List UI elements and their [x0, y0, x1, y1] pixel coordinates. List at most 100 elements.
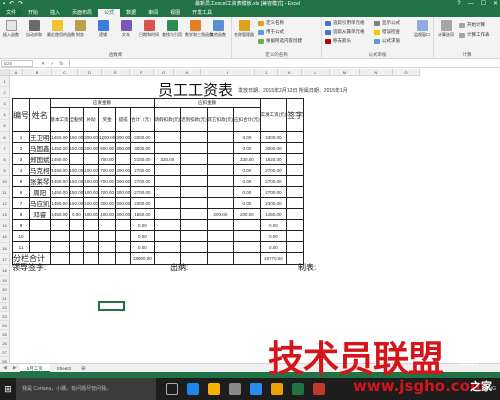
cell-name[interactable]: 王卫明 [29, 131, 51, 143]
cell-empty[interactable] [233, 252, 261, 265]
cell-value[interactable] [206, 175, 235, 187]
cell-value[interactable]: 0.00 [259, 230, 288, 242]
cell-value[interactable] [83, 153, 100, 165]
cell-value[interactable]: 3300.00 [130, 131, 155, 143]
row-header[interactable]: 17 [0, 254, 10, 265]
cell-value[interactable]: 150.00 [68, 142, 85, 154]
cell-value[interactable] [206, 241, 235, 253]
file-explorer-icon[interactable] [208, 383, 220, 395]
tab-page-layout[interactable]: 页面布局 [66, 9, 98, 17]
header-payable-col[interactable]: 提成 [115, 107, 132, 132]
cell-value[interactable] [49, 230, 70, 242]
show-formulas-button[interactable]: 显示公式 [374, 20, 400, 26]
undo-icon[interactable]: ↶ [9, 0, 14, 8]
cell-value[interactable] [98, 219, 117, 231]
cell-value[interactable] [206, 131, 235, 143]
cell-sign[interactable] [286, 219, 305, 231]
cell-value[interactable]: 150.00 [68, 164, 85, 176]
cell-id[interactable]: 5 [12, 175, 30, 187]
cell-value[interactable]: 1450.00 [49, 175, 70, 187]
cell-value[interactable]: 0.00 [130, 241, 155, 253]
cell-value[interactable] [115, 219, 132, 231]
cell-value[interactable]: 1450.00 [49, 164, 70, 176]
cell-value[interactable] [180, 142, 208, 154]
insert-function-button[interactable]: 插入函数 [1, 20, 21, 37]
cell-value[interactable]: 0.00 [233, 175, 261, 187]
cell-empty[interactable] [206, 252, 235, 265]
cell-id[interactable]: 2 [12, 142, 30, 154]
tab-view[interactable]: 视图 [164, 9, 186, 17]
column-header[interactable]: M [330, 69, 360, 76]
cell-value[interactable]: 300.00 [115, 142, 132, 154]
cell-value[interactable] [206, 197, 235, 209]
cell-name[interactable]: 马克柯 [29, 164, 51, 176]
column-header[interactable]: D [78, 69, 102, 76]
cell-value[interactable] [180, 197, 208, 209]
cell-value[interactable]: 150.00 [68, 131, 85, 143]
header-name[interactable]: 姓名 [29, 98, 51, 132]
cell-value[interactable]: 100.00 [83, 197, 100, 209]
column-header[interactable]: N [360, 69, 393, 76]
cell-sign[interactable] [286, 175, 305, 187]
cell-value[interactable] [153, 164, 182, 176]
add-sheet-icon[interactable]: ⊕ [81, 365, 86, 372]
row-header[interactable]: 22 [0, 303, 10, 312]
cell-value[interactable] [206, 230, 235, 242]
cell-empty[interactable] [83, 252, 100, 265]
column-header[interactable]: B [23, 69, 52, 76]
error-checking-button[interactable]: 错误检查 [374, 29, 400, 35]
row-header[interactable]: 26 [0, 339, 10, 348]
select-all-corner[interactable] [0, 69, 10, 76]
cell-value[interactable]: 200.00 [206, 208, 235, 220]
cell-value[interactable] [180, 186, 208, 198]
cell-value[interactable]: 150.00 [68, 175, 85, 187]
cell-id[interactable]: 6 [12, 186, 30, 198]
cell-id[interactable]: 4 [12, 164, 30, 176]
sheet-nav-left-icon[interactable]: ◀ [0, 365, 10, 371]
cell-value[interactable]: 0.00 [259, 241, 288, 253]
cancel-icon[interactable]: ✕ [41, 61, 45, 67]
cell-value[interactable] [180, 131, 208, 143]
cell-empty[interactable] [49, 252, 70, 265]
cell-name[interactable]: 郑国斌 [29, 153, 51, 165]
cell-value[interactable]: 2300.00 [130, 197, 155, 209]
cell-value[interactable] [49, 219, 70, 231]
cell-value[interactable]: 2700.00 [130, 164, 155, 176]
name-box[interactable]: E25 [1, 60, 33, 67]
cell-value[interactable]: 2700.00 [259, 175, 288, 187]
minimize-button[interactable]: — [468, 0, 474, 8]
row-header[interactable]: 15 [0, 231, 10, 243]
row-header[interactable]: 14 [0, 220, 10, 231]
cell-value[interactable] [98, 241, 117, 253]
row-header[interactable]: 19 [0, 276, 10, 285]
cell-value[interactable] [83, 241, 100, 253]
cell-value[interactable] [180, 241, 208, 253]
use-in-formula-button[interactable]: 用于公式 [258, 29, 284, 35]
cell-value[interactable]: 1450.00 [49, 142, 70, 154]
cell-value[interactable]: 100.00 [83, 164, 100, 176]
cell-value[interactable] [233, 241, 261, 253]
cell-value[interactable] [153, 197, 182, 209]
cell-value[interactable] [206, 142, 235, 154]
cell-value[interactable] [153, 230, 182, 242]
cell-value[interactable] [115, 241, 132, 253]
cell-value[interactable]: 330.00 [233, 153, 261, 165]
cell-value[interactable]: 300.00 [115, 164, 132, 176]
cell-value[interactable]: 100.00 [83, 186, 100, 198]
cell-value[interactable]: 3300.00 [259, 131, 288, 143]
cell-value[interactable]: 1650.00 [130, 208, 155, 220]
cell-id[interactable]: 1 [12, 131, 30, 143]
cell-value[interactable] [180, 153, 208, 165]
cell-value[interactable]: 1820.00 [259, 153, 288, 165]
cell-value[interactable]: 900.00 [98, 142, 117, 154]
cell-value[interactable] [68, 241, 85, 253]
row-header[interactable]: 12 [0, 198, 10, 209]
cell-value[interactable] [115, 153, 132, 165]
cell-value[interactable]: 300.00 [115, 197, 132, 209]
subtotal-total[interactable]: 18900.00 [130, 252, 155, 265]
edge-icon[interactable] [187, 383, 199, 395]
header-net[interactable]: 实发工资(元) [259, 98, 288, 132]
excel-icon[interactable] [292, 383, 304, 395]
financial-button[interactable]: 财务 [70, 20, 90, 37]
header-deduct-group[interactable]: 应扣金额 [153, 98, 261, 108]
